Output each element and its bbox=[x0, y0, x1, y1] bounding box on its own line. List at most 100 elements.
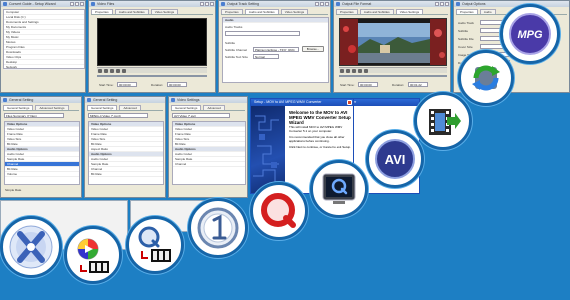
number-one-app-icon[interactable] bbox=[188, 198, 248, 258]
audio-tracks-field[interactable] bbox=[225, 31, 300, 36]
tab-strip: Properties Audio and Subtitles Video Set… bbox=[221, 9, 328, 15]
quicktime-red-icon[interactable] bbox=[250, 182, 308, 240]
title-bar: Output Track Setting bbox=[219, 1, 330, 7]
timeline-slider[interactable] bbox=[97, 75, 207, 77]
media-convert-film-icon[interactable] bbox=[64, 226, 122, 284]
settings-list[interactable]: Video Options Video Codec Frame Rate Vid… bbox=[172, 121, 246, 185]
start-time-field[interactable]: 00:00:00 bbox=[117, 82, 137, 87]
window-controls[interactable] bbox=[199, 2, 214, 7]
tab-properties[interactable]: Properties bbox=[221, 9, 243, 14]
tab-strip: General Settings Advanced Settings bbox=[3, 105, 79, 111]
list-item[interactable]: Bit Rate bbox=[89, 172, 163, 177]
video-preview bbox=[97, 18, 207, 66]
title-bar: General Setting bbox=[85, 97, 165, 103]
wizard-heading: Welcome to the MOV to AVI MPEG WMV Conve… bbox=[289, 110, 351, 125]
tab-video[interactable]: Video Settings bbox=[395, 9, 424, 14]
x-disc-app-icon[interactable] bbox=[0, 216, 62, 278]
avi-label: AVI bbox=[385, 152, 406, 167]
window-title: Setup - MOV to AVI MPEG WMV Converter bbox=[254, 100, 322, 104]
profile-select[interactable]: Files Summary (7 files) bbox=[4, 113, 64, 118]
duration-label: Duration: bbox=[151, 83, 164, 87]
window-controls[interactable] bbox=[69, 2, 84, 7]
tab-advanced[interactable]: Advanced Settings bbox=[35, 105, 69, 110]
app-icon bbox=[171, 98, 175, 102]
folder-tree[interactable]: Computer Local Disk (C:) Documents and S… bbox=[3, 9, 85, 70]
browse-button[interactable]: Browse... bbox=[302, 46, 324, 52]
title-bar: General Setting bbox=[1, 97, 81, 103]
settings-list[interactable]: Video Options Video Codec Frame Rate Vid… bbox=[4, 121, 80, 185]
refresh-converter-icon[interactable] bbox=[458, 50, 514, 106]
pause-icon[interactable] bbox=[104, 69, 108, 73]
window-controls[interactable] bbox=[314, 2, 329, 7]
quicktime-convert-film-icon[interactable] bbox=[126, 216, 184, 274]
window-controls[interactable] bbox=[434, 2, 449, 7]
tree-item[interactable]: Network bbox=[4, 65, 84, 70]
window-title: General Setting bbox=[9, 98, 34, 102]
profile-select[interactable]: MPEG-4 Video (*.mp4) bbox=[88, 113, 148, 118]
pause-icon[interactable] bbox=[346, 69, 350, 73]
prev-icon[interactable] bbox=[116, 69, 120, 73]
tab-video[interactable]: Video Settings bbox=[150, 9, 179, 14]
tab-audio[interactable]: Audio bbox=[479, 9, 496, 14]
tab-strip: General Settings Advanced bbox=[87, 105, 163, 111]
timeline-slider[interactable] bbox=[339, 75, 447, 77]
tab-audio[interactable]: Audio and Subtitles bbox=[359, 9, 394, 14]
properties-window: General Setting General Settings Advance… bbox=[84, 96, 166, 198]
wizard-body-2: It is recommended that you close all oth… bbox=[289, 135, 345, 143]
option-label: Subtitle File bbox=[458, 37, 474, 41]
start-time-field[interactable]: 00:00:00 bbox=[358, 82, 378, 87]
tab-advanced[interactable]: Advanced bbox=[119, 105, 141, 110]
properties-window: Video Settings General Settings Advanced… bbox=[168, 96, 248, 198]
stop-icon[interactable] bbox=[352, 69, 356, 73]
tab-properties[interactable]: Properties bbox=[456, 9, 478, 14]
tab-general[interactable]: General Settings bbox=[171, 105, 202, 110]
video-film-arrow-icon[interactable] bbox=[414, 92, 472, 150]
tab-strip: Properties Audio and Subtitles Video Set… bbox=[336, 9, 448, 15]
wizard-pattern-image bbox=[253, 115, 283, 183]
app-icon bbox=[91, 2, 95, 6]
title-bar: Video Files bbox=[89, 1, 215, 7]
settings-list[interactable]: Video Options Video Codec Frame Rate Vid… bbox=[88, 121, 164, 185]
app-icon bbox=[3, 98, 7, 102]
tab-video[interactable]: Video Settings bbox=[280, 9, 309, 14]
next-icon[interactable] bbox=[364, 69, 368, 73]
title-bar: Setup - MOV to AVI MPEG WMV Converter bbox=[251, 99, 353, 106]
preview-window: Output File Format Properties Audio and … bbox=[333, 0, 451, 93]
stop-icon[interactable] bbox=[110, 69, 114, 73]
play-icon[interactable] bbox=[340, 69, 344, 73]
subtitle-size-select[interactable]: Normal bbox=[253, 54, 279, 59]
list-item[interactable]: Channel bbox=[173, 162, 245, 167]
window-title: Output Options bbox=[462, 2, 486, 6]
profile-select[interactable]: AVI Video (*.avi) bbox=[172, 113, 230, 118]
window-title: Video Files bbox=[97, 2, 115, 6]
duration-label: Duration: bbox=[392, 83, 405, 87]
title-bar: Video Settings bbox=[169, 97, 247, 103]
tab-audio[interactable]: Audio and Subtitles bbox=[244, 9, 279, 14]
tab-properties[interactable]: Properties bbox=[336, 9, 358, 14]
duration-field[interactable]: 00:00:00 bbox=[167, 82, 187, 87]
duration-field[interactable]: 00:01:22 bbox=[408, 82, 428, 87]
tab-strip: General Settings Advanced bbox=[171, 105, 245, 111]
app-icon bbox=[456, 2, 460, 6]
wizard-body-3: Click Next to continue, or Cancel to exi… bbox=[289, 145, 351, 149]
prev-icon[interactable] bbox=[358, 69, 362, 73]
group-header: Audio bbox=[223, 18, 328, 23]
quicktime-screen-icon[interactable] bbox=[310, 160, 368, 218]
subtitle-channel-select[interactable]: Platinum Eclipse - TINY_RRC bbox=[253, 47, 299, 52]
close-icon[interactable] bbox=[347, 100, 352, 105]
tab-general[interactable]: General Settings bbox=[3, 105, 34, 110]
wizard-banner bbox=[251, 106, 285, 193]
avi-icon[interactable]: AVI bbox=[366, 130, 424, 188]
tab-advanced[interactable]: Advanced bbox=[203, 105, 225, 110]
tab-audio[interactable]: Audio and Subtitles bbox=[114, 9, 149, 14]
tab-general[interactable]: General Settings bbox=[87, 105, 118, 110]
play-icon[interactable] bbox=[98, 69, 102, 73]
mpg-icon[interactable]: MPG bbox=[500, 4, 560, 64]
list-item[interactable]: Volume bbox=[5, 172, 79, 177]
player-window: Video Files Properties Audio and Subtitl… bbox=[88, 0, 216, 93]
app-icon bbox=[336, 2, 340, 6]
playback-controls[interactable] bbox=[97, 67, 207, 73]
playback-controls[interactable] bbox=[339, 67, 447, 73]
next-icon[interactable] bbox=[122, 69, 126, 73]
tab-properties[interactable]: Properties bbox=[91, 9, 113, 14]
